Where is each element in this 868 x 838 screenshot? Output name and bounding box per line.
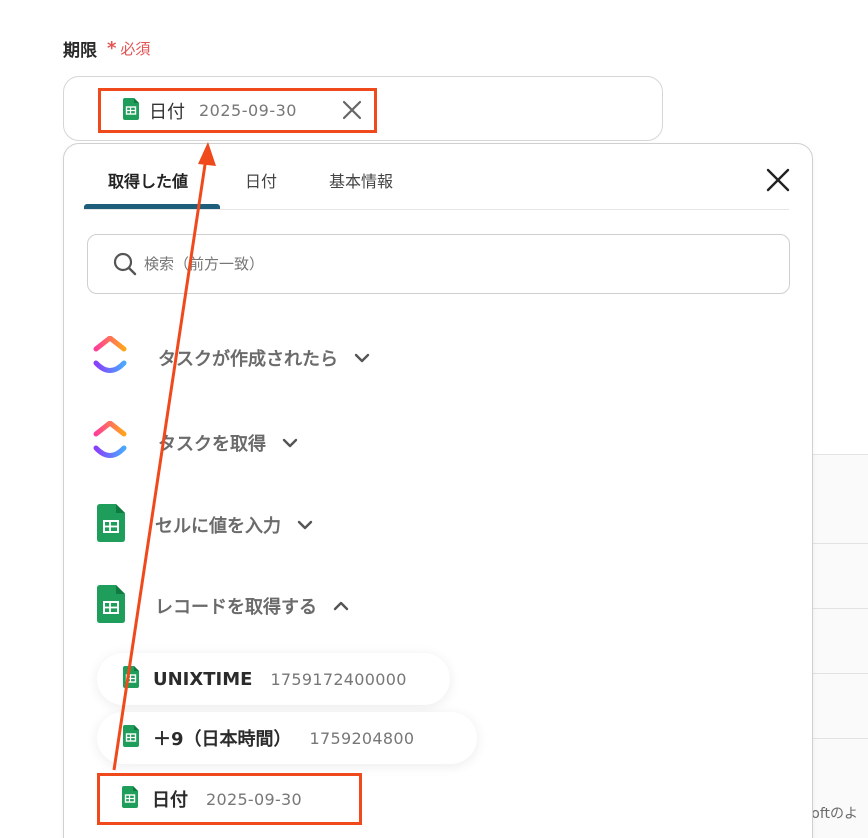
background-divider	[812, 543, 868, 544]
selected-value-chip[interactable]: 日付 2025-09-30	[98, 88, 377, 133]
screen: softのよ 期限 * 必須 日付 2025-09-30 取得した値 日付 基本…	[0, 0, 868, 838]
tab-acquired-values[interactable]: 取得した値	[108, 168, 188, 192]
background-divider	[812, 673, 868, 674]
chevron-up-icon	[331, 596, 351, 616]
group-label: レコードを取得する	[155, 597, 317, 618]
group-label: タスクが作成されたら	[158, 349, 338, 370]
group-enter-cell-value[interactable]: セルに値を入力	[97, 504, 315, 546]
background-divider	[812, 738, 868, 739]
group-label: タスクを取得	[158, 434, 266, 455]
google-sheets-icon	[97, 585, 125, 627]
google-sheets-icon	[123, 725, 139, 751]
required-text: 必須	[120, 40, 151, 58]
active-tab-indicator	[84, 204, 220, 209]
group-label: セルに値を入力	[155, 516, 281, 537]
google-sheets-icon	[123, 666, 139, 692]
background-table	[812, 454, 868, 838]
field-label-text: 期限	[63, 41, 97, 61]
search-box[interactable]	[87, 234, 790, 294]
chip-value: 2025-09-30	[199, 101, 297, 120]
google-sheets-icon	[97, 504, 125, 546]
record-item-value: 2025-09-30	[206, 789, 302, 809]
chip-label: 日付	[149, 101, 185, 123]
google-sheets-icon	[122, 786, 138, 812]
record-item-label: UNIXTIME	[153, 668, 253, 690]
tab-date[interactable]: 日付	[245, 168, 277, 192]
panel-close-icon[interactable]	[766, 168, 790, 192]
chevron-down-icon	[280, 433, 300, 453]
clickup-icon	[92, 420, 128, 465]
record-item-unixtime[interactable]: UNIXTIME 1759172400000	[97, 653, 450, 705]
required-asterisk: *	[107, 38, 117, 59]
record-item-value: 1759204800	[309, 728, 415, 748]
group-task-created[interactable]: タスクが作成されたら	[92, 335, 372, 380]
record-item-label: 日付	[152, 790, 188, 811]
field-label: 期限 * 必須	[63, 36, 150, 61]
group-get-task[interactable]: タスクを取得	[92, 420, 300, 465]
search-icon	[112, 251, 138, 277]
record-item-value: 1759172400000	[270, 669, 407, 689]
record-item-jst[interactable]: ＋9（日本時間） 1759204800	[97, 712, 477, 764]
clickup-icon	[92, 335, 128, 380]
group-get-record[interactable]: レコードを取得する	[97, 585, 351, 627]
chevron-down-icon	[295, 515, 315, 535]
search-input[interactable]	[144, 255, 744, 273]
record-item-date[interactable]: 日付 2025-09-30	[97, 773, 362, 825]
google-sheets-icon	[123, 97, 139, 124]
tab-bar: 取得した値 日付 基本情報	[84, 144, 789, 210]
tab-basic-info[interactable]: 基本情報	[329, 168, 393, 192]
record-item-label: ＋9（日本時間）	[153, 729, 292, 750]
chevron-down-icon	[352, 348, 372, 368]
close-icon[interactable]	[339, 97, 365, 123]
background-divider	[812, 608, 868, 609]
